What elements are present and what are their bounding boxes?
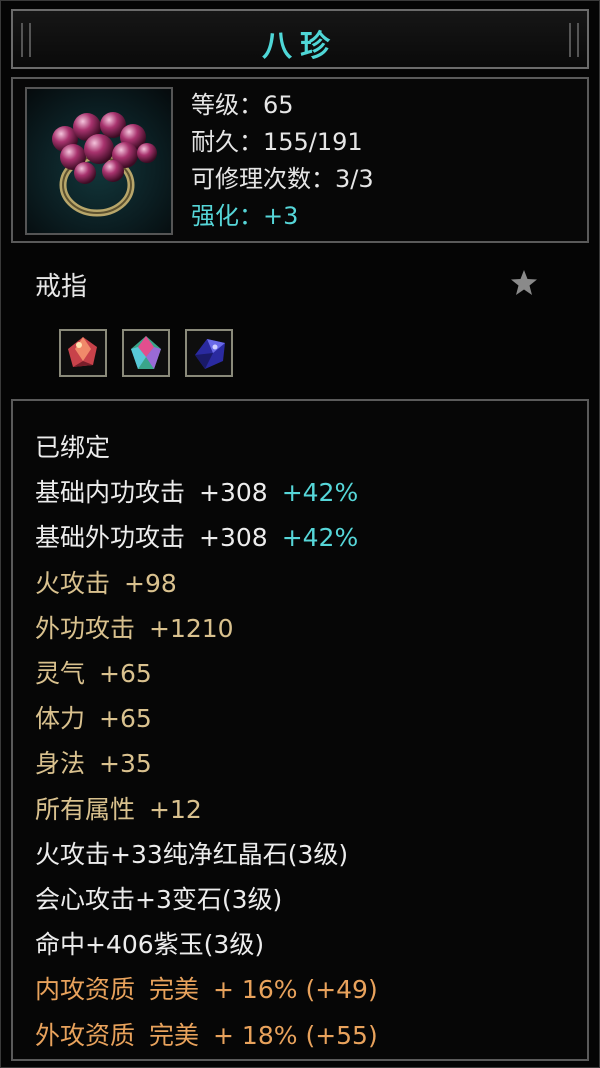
attribute-label: 灵气 — [35, 659, 86, 689]
attribute-label: 身法 — [35, 749, 86, 779]
attribute-value: +308 — [199, 523, 268, 553]
star-icon[interactable] — [509, 268, 539, 302]
quality-value: + 18% (+55) — [213, 1020, 378, 1050]
multicolor-gem-icon[interactable] — [122, 329, 170, 377]
attribute-row: 基础内功攻击 +308 +42% — [35, 470, 378, 515]
socketed-gem-row: 火攻击+33纯净红晶石(3级) — [35, 839, 349, 869]
ring-icon — [25, 87, 173, 235]
attribute-label: 基础内功攻击 — [35, 478, 186, 508]
item-header: 等级：65 耐久：155/191 可修理次数：3/3 强化：+3 — [11, 77, 589, 243]
quality-label: 内攻资质 — [35, 975, 136, 1005]
quality-row: 内攻资质 完美 + 16% (+49) — [35, 967, 378, 1012]
attribute-list: 已绑定 基础内功攻击 +308 +42% 基础外功攻击 +308 +42% 火攻击 +98… — [35, 425, 378, 1058]
item-durability: 耐久：155/191 — [191, 128, 363, 156]
attribute-row: 身法 +35 — [35, 741, 378, 786]
red-gem-icon[interactable] — [59, 329, 107, 377]
attribute-label: 体力 — [35, 704, 86, 734]
item-level: 等级：65 — [191, 91, 294, 119]
item-enhance: 强化：+3 — [191, 202, 299, 230]
attribute-label: 火攻击 — [35, 568, 111, 598]
item-name: 八珍 — [262, 29, 338, 64]
item-stats: 等级：65 耐久：155/191 可修理次数：3/3 强化：+3 — [191, 87, 374, 235]
socketed-gem-row: 命中+406紫玉(3级) — [35, 930, 265, 960]
attribute-row: 外功攻击 +1210 — [35, 606, 378, 651]
attribute-label: 外功攻击 — [35, 613, 136, 643]
purple-gem-icon[interactable] — [185, 329, 233, 377]
bound-status: 已绑定 — [35, 433, 111, 462]
item-type: 戒指 — [35, 272, 88, 302]
attribute-row: 基础外功攻击 +308 +42% — [35, 515, 378, 560]
quality-label: 外攻资质 — [35, 1020, 136, 1050]
title-bar: 八珍 — [11, 9, 589, 69]
item-repair-count: 可修理次数：3/3 — [191, 165, 374, 193]
item-tooltip-panel: 八珍 等级：65 耐久：155/191 可修理次数：3/3 强化：+3 戒指 已… — [0, 0, 600, 1068]
attribute-value: +35 — [99, 749, 152, 779]
attribute-bonus: +42% — [281, 523, 359, 553]
quality-grade: 完美 — [149, 1020, 200, 1050]
quality-row: 外攻资质 完美 + 18% (+55) — [35, 1013, 378, 1058]
quality-value: + 16% (+49) — [213, 975, 378, 1005]
attribute-value: +65 — [99, 659, 152, 689]
attribute-row: 体力 +65 — [35, 696, 378, 741]
attribute-value: +1210 — [149, 613, 234, 643]
attribute-row: 所有属性 +12 — [35, 787, 378, 832]
attribute-box: 已绑定 基础内功攻击 +308 +42% 基础外功攻击 +308 +42% 火攻击 +98… — [11, 399, 589, 1061]
attribute-label: 基础外功攻击 — [35, 523, 186, 553]
attribute-value: +98 — [124, 568, 177, 598]
quality-grade: 完美 — [149, 975, 200, 1005]
attribute-value: +308 — [199, 478, 268, 508]
socketed-gem-row: 会心攻击+3变石(3级) — [35, 885, 283, 915]
attribute-row: 火攻击 +98 — [35, 561, 378, 606]
attribute-row: 灵气 +65 — [35, 651, 378, 696]
attribute-label: 所有属性 — [35, 794, 136, 824]
attribute-value: +65 — [99, 704, 152, 734]
attribute-bonus: +42% — [281, 478, 359, 508]
attribute-value: +12 — [149, 794, 202, 824]
